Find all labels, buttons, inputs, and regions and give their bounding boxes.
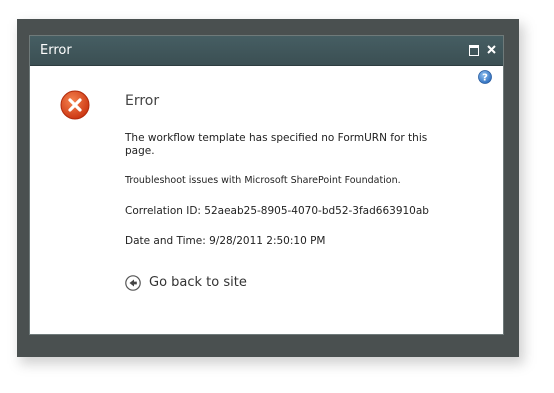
back-arrow-icon [125,275,141,291]
correlation-id: Correlation ID: 52aeab25-8905-4070-bd52-… [125,205,429,217]
error-x-icon [60,90,90,120]
dialog-title: Error [40,43,72,58]
date-and-time: Date and Time: 9/28/2011 2:50:10 PM [125,235,326,247]
close-icon[interactable] [485,42,499,56]
error-message: The workflow template has specified no F… [125,132,428,157]
maximize-icon[interactable] [467,42,481,56]
dialog-titlebar: Error [30,36,503,66]
help-icon[interactable]: ? [478,69,492,84]
svg-text:?: ? [482,73,488,84]
troubleshoot-link[interactable]: Troubleshoot issues with Microsoft Share… [125,175,401,187]
error-dialog: Error ? Error The workflow template has … [29,35,504,335]
error-heading: Error [125,93,160,109]
go-back-label: Go back to site [149,275,247,290]
